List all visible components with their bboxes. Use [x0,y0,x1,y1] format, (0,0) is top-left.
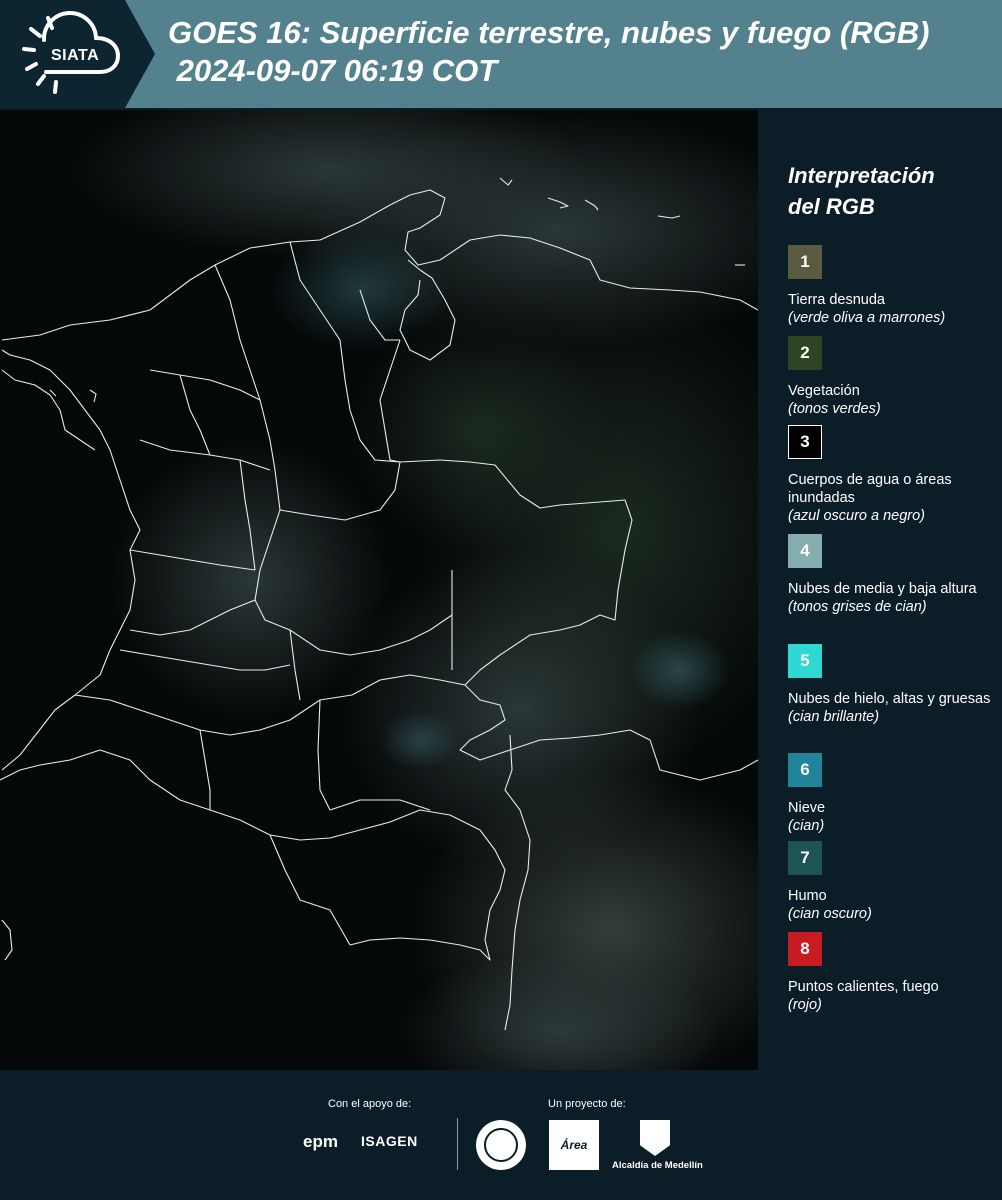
legend-name: Humo [788,888,827,904]
alcaldia-shield-icon [640,1120,670,1156]
footer: Con el apoyo de: Un proyecto de: epm ISA… [0,1070,1002,1200]
legend-desc: (verde oliva a marrones) [788,310,946,326]
legend-item-vegetation: 2 Vegetación (tonos verdes) [788,336,998,418]
legend-swatch: 2 [788,336,822,370]
epm-logo: epm [303,1132,338,1151]
area-metropolitana-logo: Área [549,1120,599,1170]
legend-title: Interpretación del RGB [788,163,935,219]
legend-item-fire: 8 Puntos calientes, fuego (rojo) [788,932,998,1014]
area-logo-text: Área [560,1138,588,1152]
legend-item-smoke: 7 Humo (cian oscuro) [788,841,998,923]
legend-swatch: 8 [788,932,822,966]
legend-label: Cuerpos de agua o áreas inundadas (azul o… [788,471,998,525]
legend-label: Humo (cian oscuro) [788,887,998,923]
satellite-map[interactable] [0,110,758,1070]
legend-number: 8 [800,939,810,958]
legend-name: Vegetación [788,383,860,399]
legend-label: Vegetación (tonos verdes) [788,382,998,418]
legend-item-ice-clouds: 5 Nubes de hielo, altas y gruesas (cian b… [788,644,998,726]
page-title: GOES 16: Superficie terrestre, nubes y f… [168,14,998,90]
legend-number: 7 [800,848,810,867]
legend-name: Nieve [788,800,826,816]
project-label: Un proyecto de: [548,1098,626,1110]
legend-swatch: 7 [788,841,822,875]
legend-label: Tierra desnuda (verde oliva a marrones) [788,291,998,327]
isagen-logo: ISAGEN [361,1133,418,1149]
legend-number: 6 [800,760,810,779]
legend-name: Nubes de hielo, altas y gruesas [788,691,991,707]
legend-item-water: 3 Cuerpos de agua o áreas inundadas (azul… [788,425,998,525]
footer-divider [457,1118,458,1170]
siata-logo: SIATA [0,0,155,108]
legend-desc: (cian brillante) [788,709,880,725]
legend-number: 5 [800,651,810,670]
legend-number: 2 [800,343,810,362]
title-line-2: 2024-09-07 06:19 COT [168,53,498,88]
legend-item-snow: 6 Nieve (cian) [788,753,998,835]
legend-label: Nieve (cian) [788,799,998,835]
alcaldia-logo-text: Alcaldía de Medellín [612,1160,703,1171]
legend-name: Nubes de media y baja altura [788,581,977,597]
legend-name: Tierra desnuda [788,292,885,308]
legend-desc: (cian oscuro) [788,906,872,922]
legend-desc: (azul oscuro a negro) [788,508,926,524]
map-svg[interactable] [0,110,758,1070]
legend-number: 4 [800,541,810,560]
legend-name: Cuerpos de agua o áreas inundadas [788,472,952,506]
legend-name: Puntos calientes, fuego [788,979,939,995]
legend-number: 3 [800,432,810,451]
legend-swatch: 5 [788,644,822,678]
legend-item-mid-low-clouds: 4 Nubes de media y baja altura (tonos gri… [788,534,998,616]
legend-desc: (tonos verdes) [788,401,881,417]
legend-desc: (tonos grises de cian) [788,599,927,615]
legend-desc: (rojo) [788,997,822,1013]
legend-desc: (cian) [788,818,825,834]
legend-swatch: 1 [788,245,822,279]
legend-label: Nubes de media y baja altura (tonos grise… [788,580,998,616]
header: SIATA GOES 16: Superficie terrestre, nub… [0,0,1002,108]
legend-label: Nubes de hielo, altas y gruesas (cian bri… [788,690,998,726]
legend-number: 1 [800,252,810,271]
legend-swatch: 3 [788,425,822,459]
legend-item-bare-soil: 1 Tierra desnuda (verde oliva a marrones) [788,245,998,327]
legend-swatch: 4 [788,534,822,568]
university-seal-icon [476,1120,526,1170]
logo-text: SIATA [51,47,100,64]
legend: Interpretación del RGB 1 Tierra desnuda (… [788,160,998,1013]
title-line-1: GOES 16: Superficie terrestre, nubes y f… [168,15,930,50]
legend-swatch: 6 [788,753,822,787]
support-label: Con el apoyo de: [328,1098,412,1110]
legend-label: Puntos calientes, fuego (rojo) [788,978,998,1014]
